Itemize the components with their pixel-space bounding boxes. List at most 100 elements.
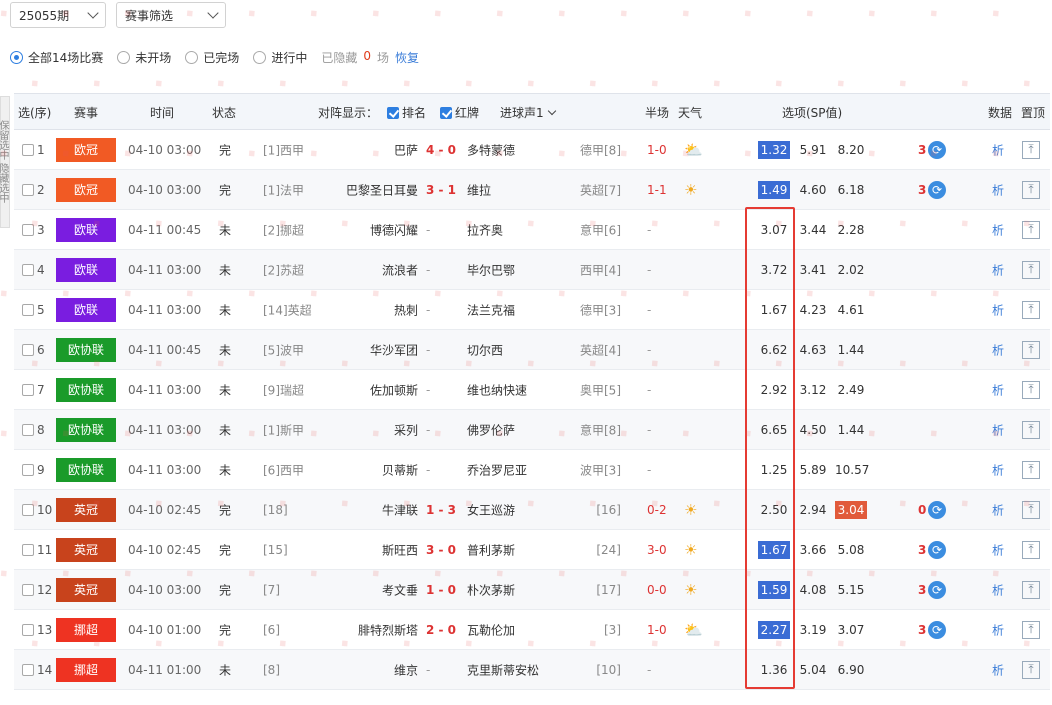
side-selection-panel[interactable]: 保留选中 隐藏选中 xyxy=(0,96,10,228)
sp-option-3[interactable]: 2.49 xyxy=(835,381,867,399)
row-checkbox[interactable] xyxy=(22,303,34,316)
analyze-link[interactable]: 析 xyxy=(992,261,1004,278)
away-team[interactable]: 朴次茅斯 xyxy=(467,581,515,598)
league-filter-select[interactable]: 赛事筛选 xyxy=(116,2,226,28)
home-team[interactable]: 考文垂 xyxy=(382,581,418,598)
pin-top-icon[interactable]: ⤒ xyxy=(1022,380,1040,399)
row-checkbox[interactable] xyxy=(22,383,34,396)
sp-option-1[interactable]: 6.62 xyxy=(758,341,790,359)
sp-option-2[interactable]: 5.89 xyxy=(797,461,829,479)
row-select[interactable]: 12 xyxy=(22,583,52,597)
sp-option-2[interactable]: 4.08 xyxy=(797,581,829,599)
analyze-link[interactable]: 析 xyxy=(992,381,1004,398)
sp-option-2[interactable]: 3.66 xyxy=(797,541,829,559)
analyze-link[interactable]: 析 xyxy=(992,181,1004,198)
row-select[interactable]: 2 xyxy=(22,183,45,197)
sp-option-3[interactable]: 2.28 xyxy=(835,221,867,239)
away-team[interactable]: 维拉 xyxy=(467,181,491,198)
home-team[interactable]: 牛津联 xyxy=(382,501,418,518)
row-select[interactable]: 3 xyxy=(22,223,45,237)
league-badge[interactable]: 欧联 xyxy=(56,257,116,282)
home-team[interactable]: 热刺 xyxy=(394,301,418,318)
sp-option-1[interactable]: 1.36 xyxy=(758,661,790,679)
sp-option-2[interactable]: 5.04 xyxy=(797,661,829,679)
refresh-icon[interactable]: ⟳ xyxy=(928,500,946,519)
league-badge[interactable]: 欧协联 xyxy=(56,377,116,402)
row-select[interactable]: 9 xyxy=(22,463,45,477)
period-select[interactable]: 25055期 xyxy=(10,2,106,28)
sp-option-1[interactable]: 1.32 xyxy=(758,140,790,159)
goal-sound-select[interactable]: 进球声1 xyxy=(500,104,556,121)
row-checkbox[interactable] xyxy=(22,423,34,436)
row-select[interactable]: 13 xyxy=(22,623,52,637)
redcard-toggle[interactable]: 红牌 xyxy=(440,104,479,121)
pin-top-icon[interactable]: ⤒ xyxy=(1022,220,1040,239)
league-badge[interactable]: 挪超 xyxy=(56,617,116,642)
sp-option-2[interactable]: 3.41 xyxy=(797,261,829,279)
row-checkbox[interactable] xyxy=(22,263,34,276)
league-badge[interactable]: 英冠 xyxy=(56,577,116,602)
league-badge[interactable]: 欧协联 xyxy=(56,337,116,362)
analyze-link[interactable]: 析 xyxy=(992,581,1004,598)
league-badge[interactable]: 欧联 xyxy=(56,217,116,242)
analyze-link[interactable]: 析 xyxy=(992,661,1004,678)
row-select[interactable]: 10 xyxy=(22,503,52,517)
row-select[interactable]: 8 xyxy=(22,423,45,437)
pin-top-icon[interactable]: ⤒ xyxy=(1022,620,1040,639)
away-team[interactable]: 普利茅斯 xyxy=(467,541,515,558)
sp-option-2[interactable]: 3.44 xyxy=(797,221,829,239)
row-select[interactable]: 7 xyxy=(22,383,45,397)
sp-option-1[interactable]: 1.67 xyxy=(758,540,790,559)
analyze-link[interactable]: 析 xyxy=(992,341,1004,358)
analyze-link[interactable]: 析 xyxy=(992,621,1004,638)
league-badge[interactable]: 欧联 xyxy=(56,297,116,322)
league-badge[interactable]: 欧冠 xyxy=(56,137,116,162)
pin-top-icon[interactable]: ⤒ xyxy=(1022,300,1040,319)
sp-option-3[interactable]: 6.90 xyxy=(835,661,867,679)
sp-option-3[interactable]: 1.44 xyxy=(835,421,867,439)
row-checkbox[interactable] xyxy=(22,143,34,156)
row-checkbox[interactable] xyxy=(22,183,34,196)
sp-option-3[interactable]: 5.15 xyxy=(835,581,867,599)
sp-option-3[interactable]: 3.04 xyxy=(835,500,867,519)
sp-option-2[interactable]: 4.23 xyxy=(797,301,829,319)
restore-link[interactable]: 恢复 xyxy=(395,49,419,66)
radio-not-started[interactable]: 未开场 xyxy=(117,49,171,66)
row-select[interactable]: 5 xyxy=(22,303,45,317)
pin-top-icon[interactable]: ⤒ xyxy=(1022,420,1040,439)
league-badge[interactable]: 英冠 xyxy=(56,497,116,522)
away-team[interactable]: 克里斯蒂安松 xyxy=(467,661,539,678)
sp-option-3[interactable]: 8.20 xyxy=(835,141,867,159)
row-select[interactable]: 11 xyxy=(22,543,52,557)
pin-top-icon[interactable]: ⤒ xyxy=(1022,180,1040,199)
analyze-link[interactable]: 析 xyxy=(992,501,1004,518)
radio-finished[interactable]: 已完场 xyxy=(185,49,239,66)
analyze-link[interactable]: 析 xyxy=(992,301,1004,318)
home-team[interactable]: 巴萨 xyxy=(394,141,418,158)
home-team[interactable]: 斯旺西 xyxy=(382,541,418,558)
refresh-icon[interactable]: ⟳ xyxy=(928,620,946,639)
home-team[interactable]: 贝蒂斯 xyxy=(382,461,418,478)
analyze-link[interactable]: 析 xyxy=(992,541,1004,558)
sp-option-1[interactable]: 3.07 xyxy=(758,221,790,239)
away-team[interactable]: 乔治罗尼亚 xyxy=(467,461,527,478)
sp-option-1[interactable]: 3.72 xyxy=(758,261,790,279)
sp-option-3[interactable]: 5.08 xyxy=(835,541,867,559)
pin-top-icon[interactable]: ⤒ xyxy=(1022,340,1040,359)
pin-top-icon[interactable]: ⤒ xyxy=(1022,460,1040,479)
pin-top-icon[interactable]: ⤒ xyxy=(1022,260,1040,279)
row-checkbox[interactable] xyxy=(22,663,34,676)
league-badge[interactable]: 挪超 xyxy=(56,657,116,682)
sp-option-3[interactable]: 3.07 xyxy=(835,621,867,639)
sp-option-3[interactable]: 1.44 xyxy=(835,341,867,359)
refresh-icon[interactable]: ⟳ xyxy=(928,580,946,599)
away-team[interactable]: 切尔西 xyxy=(467,341,503,358)
sp-option-3[interactable]: 2.02 xyxy=(835,261,867,279)
sp-option-1[interactable]: 1.25 xyxy=(758,461,790,479)
row-select[interactable]: 4 xyxy=(22,263,45,277)
sp-option-1[interactable]: 2.50 xyxy=(758,501,790,519)
sp-option-1[interactable]: 2.27 xyxy=(758,620,790,639)
row-checkbox[interactable] xyxy=(22,343,34,356)
away-team[interactable]: 法兰克福 xyxy=(467,301,515,318)
league-badge[interactable]: 英冠 xyxy=(56,537,116,562)
